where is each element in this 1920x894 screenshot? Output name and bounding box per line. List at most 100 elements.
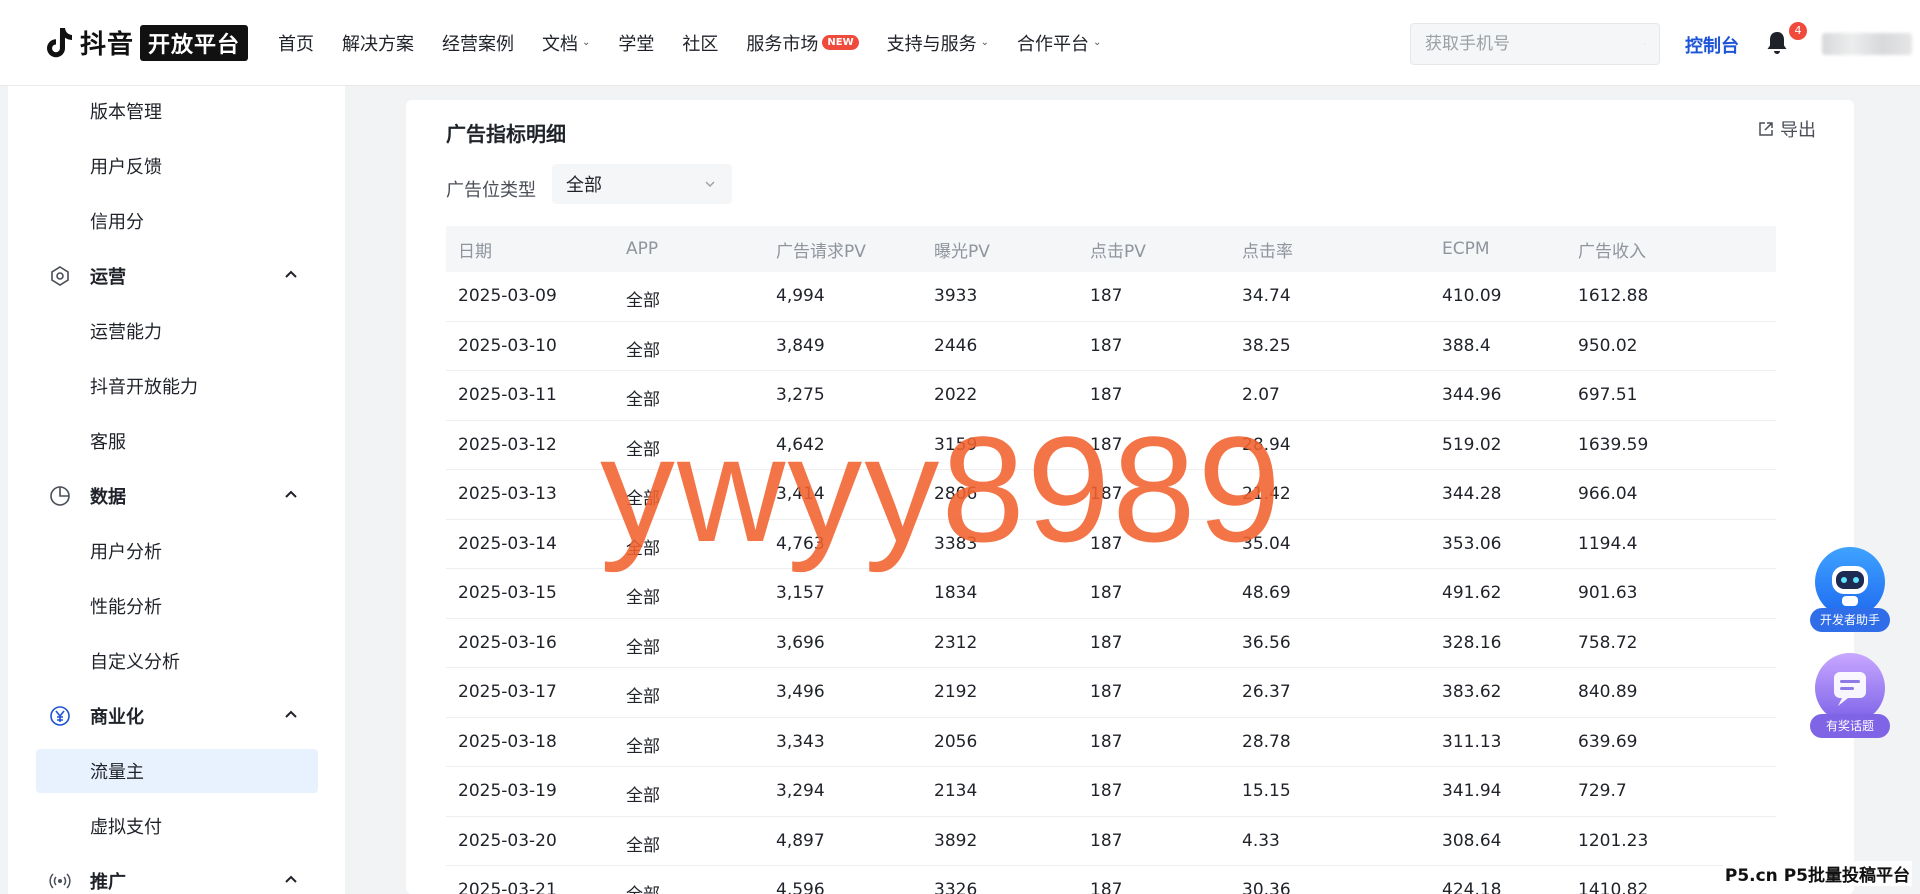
table-cell: 38.25 bbox=[1242, 335, 1291, 356]
table-cell: 全部 bbox=[626, 687, 660, 707]
broadcast-icon bbox=[49, 873, 71, 889]
ad-metrics-card: 广告指标明细 导出 广告位类型 全部 日期 APP 广告请求PV 曝光PV 点击PV 点击… bbox=[406, 100, 1854, 894]
sidebar-item[interactable]: 运营能力 bbox=[36, 309, 318, 353]
table-cell: 410.09 bbox=[1442, 286, 1502, 306]
sidebar-item[interactable]: 客服 bbox=[36, 419, 318, 463]
data-pie-icon bbox=[50, 486, 70, 506]
table-cell: 36.56 bbox=[1242, 632, 1291, 653]
sidebar-item-label: 流量主 bbox=[90, 762, 144, 783]
table-cell: 3326 bbox=[934, 880, 978, 894]
table-cell: 1410.82 bbox=[1578, 880, 1649, 894]
nav-item[interactable]: 首页 bbox=[278, 30, 314, 56]
sidebar-item[interactable]: 用户反馈 bbox=[36, 144, 318, 188]
table-cell: 2025-03-14 bbox=[458, 533, 557, 554]
sidebar-item-label: 用户反馈 bbox=[90, 157, 162, 178]
reward-topic-label: 有奖话题 bbox=[1810, 714, 1890, 738]
top-navigation-bar: 抖音 开放平台 首页 解决方案 经营案例 文档 ⌄ 学堂 社区 服务市场 NEW 支持与服务 ⌄ 合作… bbox=[0, 0, 1920, 86]
nav-item[interactable]: 服务市场 NEW bbox=[746, 30, 859, 56]
export-button[interactable]: 导出 bbox=[1758, 116, 1816, 142]
sidebar-item[interactable]: 信用分 bbox=[36, 199, 318, 243]
nav-item[interactable]: 解决方案 bbox=[342, 30, 414, 56]
sidebar-group[interactable]: 运营 bbox=[48, 254, 318, 298]
sidebar-group-label: 商业化 bbox=[90, 707, 144, 728]
main-nav: 首页 解决方案 经营案例 文档 ⌄ 学堂 社区 服务市场 NEW 支持与服务 ⌄ 合作平台 ⌄ bbox=[278, 30, 1129, 56]
chevron-down-icon: ⌄ bbox=[1093, 37, 1102, 48]
table-cell: 21.42 bbox=[1242, 484, 1291, 504]
table-row: 2025-03-10 全部 3,849 2446 187 38.25 388.4 950.02 bbox=[446, 322, 1776, 371]
chevron-up-icon[interactable] bbox=[282, 266, 300, 284]
ad-slot-type-select[interactable]: 全部 bbox=[552, 164, 732, 204]
search-box[interactable] bbox=[1410, 23, 1660, 65]
table-cell: 341.94 bbox=[1442, 781, 1502, 801]
table-cell: 全部 bbox=[626, 489, 660, 509]
operations-icon bbox=[51, 266, 69, 286]
nav-item-label: 首页 bbox=[278, 33, 315, 55]
nav-item[interactable]: 文档 ⌄ bbox=[542, 30, 590, 56]
table-row: 2025-03-18 全部 3,343 2056 187 28.78 311.13 639.6… bbox=[446, 718, 1776, 767]
sidebar-item-label: 信用分 bbox=[90, 212, 144, 233]
table-cell: 3,496 bbox=[776, 682, 825, 702]
source-watermark: P5.cn P5批量投稿平台 bbox=[1722, 861, 1912, 886]
table-cell: 4,994 bbox=[776, 286, 825, 306]
sidebar-group[interactable]: 数据 bbox=[48, 474, 318, 518]
sidebar-item[interactable]: 流量主 bbox=[36, 749, 318, 793]
ad-slot-type-value: 全部 bbox=[566, 175, 602, 196]
sidebar-item[interactable]: 性能分析 bbox=[36, 584, 318, 628]
table-cell: 全部 bbox=[626, 390, 660, 410]
table-cell: 34.74 bbox=[1242, 286, 1291, 306]
sidebar-item[interactable]: 用户分析 bbox=[36, 529, 318, 573]
sidebar-group[interactable]: 商业化 bbox=[48, 694, 318, 738]
nav-item[interactable]: 合作平台 ⌄ bbox=[1017, 30, 1101, 56]
user-avatar-blurred[interactable] bbox=[1822, 33, 1912, 55]
sidebar-item[interactable]: 虚拟支付 bbox=[36, 804, 318, 848]
export-icon bbox=[1759, 122, 1773, 136]
sidebar-item[interactable]: 自定义分析 bbox=[36, 639, 318, 683]
table-cell: 15.15 bbox=[1242, 781, 1291, 801]
table-cell: 全部 bbox=[626, 736, 660, 757]
table-cell: 424.18 bbox=[1442, 880, 1502, 894]
table-cell: 187 bbox=[1090, 434, 1123, 455]
chevron-up-icon[interactable] bbox=[282, 706, 300, 724]
sidebar-group[interactable]: 推广 bbox=[48, 859, 318, 894]
table-row: 2025-03-13 全部 3,414 2806 187 21.42 344.28 966.0… bbox=[446, 470, 1776, 520]
table-row: 2025-03-09 全部 4,994 3933 187 34.74 410.09 1612.… bbox=[446, 272, 1776, 322]
table-cell: 30.36 bbox=[1242, 880, 1291, 894]
developer-assistant-button[interactable]: 开发者助手 bbox=[1808, 546, 1892, 632]
column-header: APP bbox=[626, 239, 659, 259]
nav-item[interactable]: 学堂 bbox=[618, 30, 654, 56]
chevron-up-icon[interactable] bbox=[282, 871, 300, 889]
sidebar-item[interactable]: 抖音开放能力 bbox=[36, 364, 318, 408]
nav-item-label: 服务市场 bbox=[746, 33, 819, 55]
notification-count-badge: 4 bbox=[1789, 22, 1807, 40]
sidebar-item[interactable]: 版本管理 bbox=[36, 89, 318, 133]
console-link[interactable]: 控制台 bbox=[1685, 32, 1739, 58]
nav-item[interactable]: 支持与服务 ⌄ bbox=[887, 30, 989, 56]
table-cell: 840.89 bbox=[1578, 682, 1638, 702]
sidebar-item-label: 客服 bbox=[90, 432, 126, 453]
column-header: 广告请求PV bbox=[776, 241, 866, 262]
notification-bell-icon[interactable] bbox=[1765, 30, 1789, 56]
column-header: 日期 bbox=[458, 241, 492, 262]
nav-item-label: 社区 bbox=[682, 33, 719, 55]
reward-topic-button[interactable]: 有奖话题 bbox=[1808, 652, 1892, 738]
export-label: 导出 bbox=[1780, 120, 1816, 141]
table-cell: 344.96 bbox=[1442, 385, 1502, 405]
table-cell: 2446 bbox=[934, 335, 978, 356]
table-cell: 2025-03-10 bbox=[458, 335, 557, 356]
logo-badge: 开放平台 bbox=[140, 24, 249, 61]
table-cell: 3,696 bbox=[776, 632, 825, 653]
column-header: 点击率 bbox=[1242, 241, 1293, 262]
chevron-up-icon[interactable] bbox=[282, 486, 300, 504]
nav-item-label: 合作平台 bbox=[1017, 33, 1090, 55]
sidebar-group-label: 运营 bbox=[90, 267, 126, 288]
douyin-logo[interactable]: 抖音 开放平台 bbox=[44, 24, 249, 61]
table-cell: 3,849 bbox=[776, 335, 825, 356]
nav-item[interactable]: 经营案例 bbox=[442, 30, 514, 56]
table-cell: 4.33 bbox=[1242, 830, 1280, 851]
nav-item[interactable]: 社区 bbox=[682, 30, 718, 56]
table-cell: 26.37 bbox=[1242, 682, 1291, 702]
search-input[interactable] bbox=[1411, 34, 1644, 54]
search-icon[interactable] bbox=[1644, 34, 1645, 54]
table-cell: 2025-03-18 bbox=[458, 731, 557, 752]
table-cell: 2025-03-19 bbox=[458, 781, 557, 801]
